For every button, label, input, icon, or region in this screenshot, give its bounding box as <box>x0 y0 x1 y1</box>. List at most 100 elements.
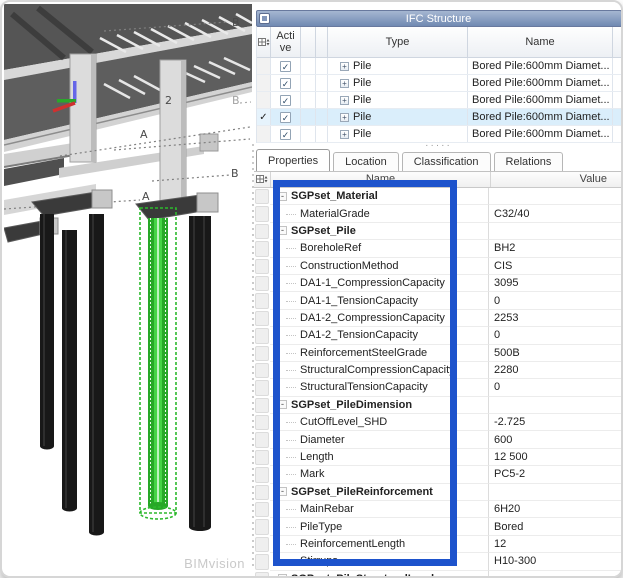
expand-plus-icon[interactable]: + <box>340 130 349 139</box>
ifc-table-row[interactable]: ✓ ✓ +PileBored Pile:600mm Diamet... <box>257 109 622 126</box>
indent-cell <box>316 109 328 125</box>
row-selector-cell[interactable] <box>257 75 271 91</box>
tab-relations[interactable]: Relations <box>494 152 564 171</box>
grid-options-button[interactable] <box>254 172 271 187</box>
property-label: MaterialGrade <box>300 208 370 220</box>
collapse-minus-icon[interactable]: - <box>278 574 287 578</box>
group-label: SGPset_Material <box>291 190 378 202</box>
collapse-minus-icon[interactable]: - <box>278 192 287 201</box>
ifc-table-row[interactable]: ✓ +PileBored Pile:600mm Diamet... <box>257 75 622 92</box>
property-row[interactable]: -SGPset_PileDimension <box>254 397 623 414</box>
active-checkbox[interactable]: ✓ <box>280 78 291 89</box>
property-row[interactable]: CutOffLevel_SHD-2.725 <box>254 414 623 431</box>
property-row[interactable]: MarkPC5-2 <box>254 466 623 483</box>
3d-model-canvas[interactable] <box>4 4 252 574</box>
selected-pile[interactable] <box>140 208 176 519</box>
piles[interactable] <box>40 214 211 536</box>
property-row[interactable]: Diameter 600 <box>254 431 623 448</box>
collapse-minus-icon[interactable]: - <box>278 487 287 496</box>
group-label: SGPset_Pile <box>291 225 356 237</box>
property-row[interactable]: ReinforcementSteelGrade500B <box>254 345 623 362</box>
property-row[interactable]: ConstructionMethodCIS <box>254 258 623 275</box>
property-name: ConstructionMethod <box>270 258 489 275</box>
property-label: StructuralCompressionCapacity <box>300 364 455 376</box>
property-row[interactable]: DA1-2_CompressionCapacity2253 <box>254 310 623 327</box>
property-row[interactable]: -SGPset_Material <box>254 188 623 205</box>
ifc-table-row[interactable]: ✓ +PileBored Pile:600mm Diamet... <box>257 58 622 75</box>
column-header-name[interactable]: Name <box>468 27 613 57</box>
active-checkbox[interactable]: ✓ <box>280 112 291 123</box>
expand-plus-icon[interactable]: + <box>340 79 349 88</box>
type-cell[interactable]: +Pile <box>328 109 468 125</box>
name-cell[interactable]: Bored Pile:600mm Diamet... <box>468 126 613 142</box>
property-row[interactable]: StirrupsH10-300 <box>254 553 623 570</box>
tree-line <box>286 369 296 371</box>
property-row[interactable]: StructuralTensionCapacity0 <box>254 379 623 396</box>
row-header-cell <box>255 328 269 343</box>
property-value <box>489 571 623 578</box>
type-cell[interactable]: +Pile <box>328 58 468 74</box>
property-column-header-value[interactable]: Value <box>491 172 623 187</box>
row-selector-cell[interactable] <box>257 58 271 74</box>
property-label: DA1-1_TensionCapacity <box>300 295 418 307</box>
row-header-cell <box>255 502 269 517</box>
property-row[interactable]: DA1-2_TensionCapacity0 <box>254 327 623 344</box>
tab-properties[interactable]: Properties <box>256 149 330 171</box>
collapse-minus-icon[interactable]: - <box>278 226 287 235</box>
active-cell: ✓ <box>271 126 301 142</box>
property-value <box>489 188 623 205</box>
collapse-minus-icon[interactable]: - <box>278 400 287 409</box>
grid-axis-label: B <box>232 16 240 29</box>
grid-axis-label: B <box>232 94 240 107</box>
tab-classification[interactable]: Classification <box>402 152 491 171</box>
row-selector-cell[interactable]: ✓ <box>257 109 271 125</box>
active-checkbox[interactable]: ✓ <box>280 61 291 72</box>
tab-location[interactable]: Location <box>333 152 399 171</box>
name-cell[interactable]: Bored Pile:600mm Diamet... <box>468 109 613 125</box>
row-header-cell <box>255 572 269 578</box>
column-header-type[interactable]: Type <box>328 27 468 57</box>
expand-plus-icon[interactable]: + <box>340 113 349 122</box>
column-header-spacer1 <box>301 27 316 57</box>
column-options-button[interactable] <box>257 27 271 57</box>
indent-cell <box>301 109 316 125</box>
3d-viewport[interactable]: B2BABA BIMvision <box>4 4 252 574</box>
property-row[interactable]: MaterialGradeC32/40 <box>254 205 623 222</box>
property-name: DA1-2_CompressionCapacity <box>270 310 489 327</box>
row-selector-cell[interactable] <box>257 92 271 108</box>
property-row[interactable]: PileTypeBored <box>254 518 623 535</box>
property-row[interactable]: BoreholeRefBH2 <box>254 240 623 257</box>
property-column-header-name[interactable]: Name <box>271 172 491 187</box>
property-name: -SGPset_PileDimension <box>270 397 489 414</box>
property-row[interactable]: ReinforcementLength12 <box>254 536 623 553</box>
active-cell: ✓ <box>271 92 301 108</box>
expand-plus-icon[interactable]: + <box>340 62 349 71</box>
property-row[interactable]: -SGPset_PileStructuralLoad <box>254 571 623 578</box>
property-row[interactable]: -SGPset_Pile <box>254 223 623 240</box>
property-row[interactable]: MainRebar6H20 <box>254 501 623 518</box>
name-cell[interactable]: Bored Pile:600mm Diamet... <box>468 75 613 91</box>
ifc-row-container: ✓+PileBored Pile:600mm Diamet...✓+PileBo… <box>257 58 622 143</box>
column-header-active[interactable]: Active <box>271 27 301 57</box>
property-row[interactable]: DA1-1_TensionCapacity0 <box>254 292 623 309</box>
property-row[interactable]: -SGPset_PileReinforcement <box>254 484 623 501</box>
ifc-table-row[interactable]: ✓ +PileBored Pile:600mm Diamet... <box>257 92 622 109</box>
property-label: Diameter <box>300 434 345 446</box>
property-name: StructuralCompressionCapacity <box>270 362 489 379</box>
type-cell[interactable]: +Pile <box>328 92 468 108</box>
type-cell[interactable]: +Pile <box>328 75 468 91</box>
property-label: DA1-2_CompressionCapacity <box>300 312 445 324</box>
expand-plus-icon[interactable]: + <box>340 96 349 105</box>
row-selector-cell[interactable] <box>257 126 271 142</box>
active-checkbox[interactable]: ✓ <box>280 95 291 106</box>
name-cell[interactable]: Bored Pile:600mm Diamet... <box>468 58 613 74</box>
row-header-cell <box>255 537 269 552</box>
property-name: MaterialGrade <box>270 205 489 222</box>
property-row[interactable]: StructuralCompressionCapacity2280 <box>254 362 623 379</box>
property-value: 0 <box>489 379 623 396</box>
active-checkbox[interactable]: ✓ <box>280 129 291 140</box>
property-row[interactable]: Length12 500 <box>254 449 623 466</box>
property-value: 600 <box>489 431 623 448</box>
name-cell[interactable]: Bored Pile:600mm Diamet... <box>468 92 613 108</box>
property-row[interactable]: DA1-1_CompressionCapacity3095 <box>254 275 623 292</box>
